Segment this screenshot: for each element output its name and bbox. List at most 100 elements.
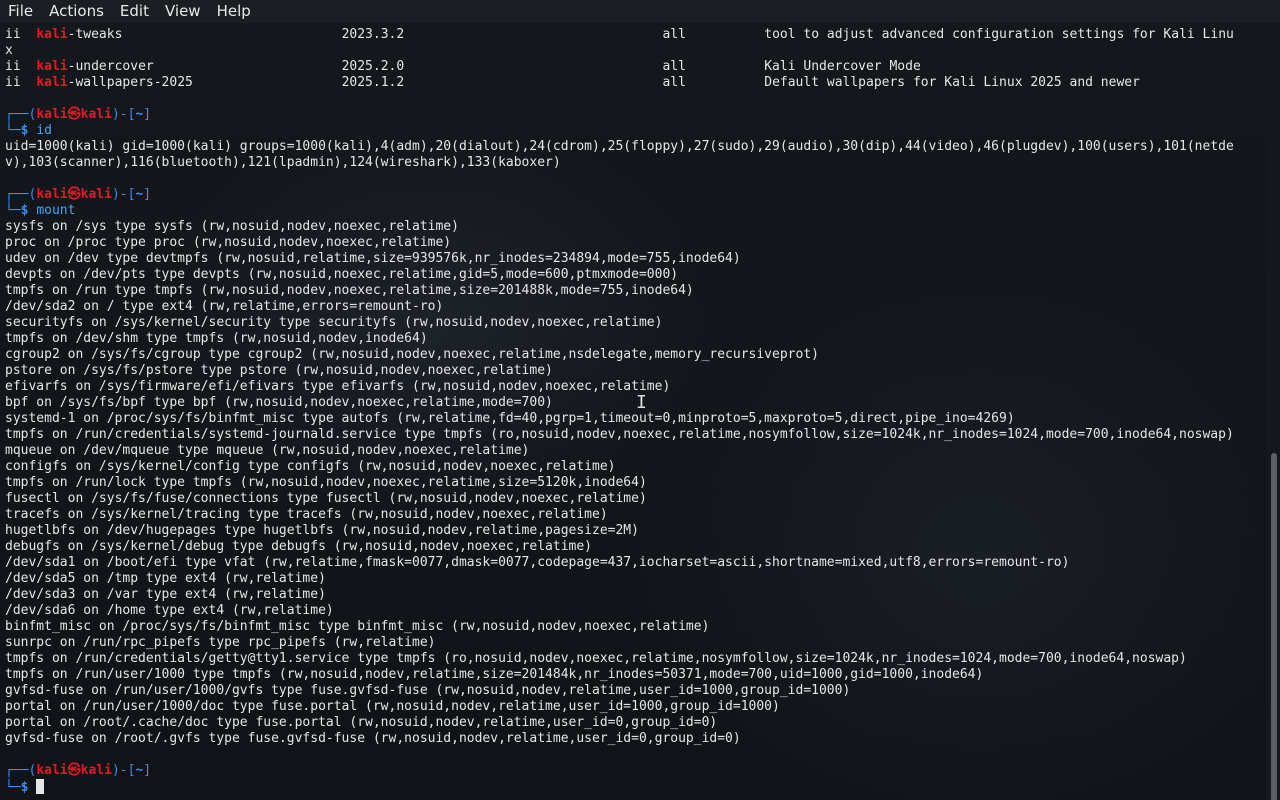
mount-output-line: configfs on /sys/kernel/config type conf…	[5, 459, 1266, 475]
prompt-at: ㉿	[67, 763, 81, 778]
output-text: debugfs on /sys/kernel/debug type debugf…	[5, 539, 592, 554]
mount-output-line: /dev/sda5 on /tmp type ext4 (rw,relatime…	[5, 571, 1266, 587]
package-description: tool to adjust advanced configuration se…	[764, 27, 1234, 42]
id-output-line: v),103(scanner),116(bluetooth),121(lpadm…	[5, 155, 1266, 171]
output-text: devpts on /dev/pts type devpts (rw,nosui…	[5, 267, 679, 282]
menu-file[interactable]: File	[0, 0, 41, 23]
output-text: tmpfs on /run/lock type tmpfs (rw,nosuid…	[5, 475, 647, 490]
mount-output-line: devpts on /dev/pts type devpts (rw,nosui…	[5, 267, 1266, 283]
output-text: /dev/sda1 on /boot/efi type vfat (rw,rel…	[5, 555, 1070, 570]
mount-output-line: /dev/sda3 on /var type ext4 (rw,relatime…	[5, 587, 1266, 603]
package-name-rest: -wallpapers-2025	[67, 75, 193, 90]
prompt-frame: )-[	[111, 763, 136, 778]
output-text: mqueue on /dev/mqueue type mqueue (rw,no…	[5, 443, 530, 458]
package-status: ii	[5, 27, 37, 42]
prompt-frame: ┌──(	[5, 763, 37, 778]
package-status: ii	[5, 59, 37, 74]
output-text: bpf on /sys/fs/bpf type bpf (rw,nosuid,n…	[5, 395, 553, 410]
prompt-frame: ]	[143, 187, 152, 202]
terminal-scrollbar[interactable]	[1266, 23, 1280, 800]
output-text: tmpfs on /dev/shm type tmpfs (rw,nosuid,…	[5, 331, 428, 346]
mount-output-line: systemd-1 on /proc/sys/fs/binfmt_misc ty…	[5, 411, 1266, 427]
package-version: 2023.3.2	[341, 27, 405, 42]
wrapped-text: x	[5, 43, 13, 58]
package-name-highlight: kali	[36, 59, 68, 74]
package-description: Default wallpapers for Kali Linux 2025 a…	[764, 75, 1140, 90]
output-text: /dev/sda2 on / type ext4 (rw,relatime,er…	[5, 299, 444, 314]
text-cursor	[36, 779, 45, 794]
prompt-frame: └─	[5, 123, 21, 138]
mount-output-line: /dev/sda1 on /boot/efi type vfat (rw,rel…	[5, 555, 1266, 571]
prompt-line-bottom: └─$	[5, 779, 1266, 795]
mouse-ibeam-cursor: I	[636, 392, 647, 413]
output-text: sunrpc on /run/rpc_pipefs type rpc_pipef…	[5, 635, 436, 650]
output-text: hugetlbfs on /dev/hugepages type hugetlb…	[5, 523, 639, 538]
output-text: securityfs on /sys/kernel/security type …	[5, 315, 663, 330]
package-status: ii	[5, 75, 37, 90]
mount-output-line: tracefs on /sys/kernel/tracing type trac…	[5, 507, 1266, 523]
mount-output-line: securityfs on /sys/kernel/security type …	[5, 315, 1266, 331]
output-text: gvfsd-fuse on /root/.gvfs type fuse.gvfs…	[5, 731, 741, 746]
prompt-user: kali	[36, 763, 68, 778]
package-row: ii kali-tweaks 2023.3.2 all tool to adju…	[5, 27, 1266, 43]
mount-output-line: portal on /root/.cache/doc type fuse.por…	[5, 715, 1266, 731]
scrollbar-thumb[interactable]	[1271, 453, 1277, 800]
prompt-at: ㉿	[67, 107, 81, 122]
output-text: systemd-1 on /proc/sys/fs/binfmt_misc ty…	[5, 411, 1015, 426]
mount-output-line: udev on /dev type devtmpfs (rw,nosuid,re…	[5, 251, 1266, 267]
id-output-line: uid=1000(kali) gid=1000(kali) groups=100…	[5, 139, 1266, 155]
mount-output-line: binfmt_misc on /proc/sys/fs/binfmt_misc …	[5, 619, 1266, 635]
package-version: 2025.1.2	[341, 75, 405, 90]
menu-view[interactable]: View	[157, 0, 209, 23]
prompt-at: ㉿	[67, 187, 81, 202]
terminal-output[interactable]: ii kali-tweaks 2023.3.2 all tool to adju…	[0, 27, 1266, 800]
output-text: configfs on /sys/kernel/config type conf…	[5, 459, 616, 474]
mount-output-line: sysfs on /sys type sysfs (rw,nosuid,node…	[5, 219, 1266, 235]
package-name-highlight: kali	[36, 27, 68, 42]
package-description: Kali Undercover Mode	[764, 59, 921, 74]
package-name-rest: -tweaks	[67, 27, 123, 42]
mount-output-line: sunrpc on /run/rpc_pipefs type rpc_pipef…	[5, 635, 1266, 651]
output-text: gvfsd-fuse on /run/user/1000/gvfs type f…	[5, 683, 851, 698]
mount-output-line: pstore on /sys/fs/pstore type pstore (rw…	[5, 363, 1266, 379]
mount-output-line: proc on /proc type proc (rw,nosuid,nodev…	[5, 235, 1266, 251]
output-text: /dev/sda5 on /tmp type ext4 (rw,relatime…	[5, 571, 326, 586]
menu-edit[interactable]: Edit	[112, 0, 157, 23]
menu-help[interactable]: Help	[209, 0, 259, 23]
output-text: sysfs on /sys type sysfs (rw,nosuid,node…	[5, 219, 459, 234]
output-text: uid=1000(kali) gid=1000(kali) groups=100…	[5, 139, 1234, 154]
prompt-frame: ┌──(	[5, 107, 37, 122]
output-text: efivarfs on /sys/firmware/efi/efivars ty…	[5, 379, 671, 394]
mount-output-line: tmpfs on /run/credentials/getty@tty1.ser…	[5, 651, 1266, 667]
prompt-line-top: ┌──(kali㉿kali)-[~]	[5, 107, 1266, 123]
mount-output-line: /dev/sda2 on / type ext4 (rw,relatime,er…	[5, 299, 1266, 315]
output-text: cgroup2 on /sys/fs/cgroup type cgroup2 (…	[5, 347, 819, 362]
prompt-frame: ]	[143, 763, 152, 778]
mount-output-line: tmpfs on /dev/shm type tmpfs (rw,nosuid,…	[5, 331, 1266, 347]
output-text: udev on /dev type devtmpfs (rw,nosuid,re…	[5, 251, 741, 266]
prompt-line-bottom: └─$ id	[5, 123, 1266, 139]
output-text: tracefs on /sys/kernel/tracing type trac…	[5, 507, 608, 522]
menu-actions[interactable]: Actions	[41, 0, 112, 23]
mount-output-line: tmpfs on /run/credentials/systemd-journa…	[5, 427, 1266, 443]
package-arch: all	[662, 75, 686, 90]
mount-output-line: debugfs on /sys/kernel/debug type debugf…	[5, 539, 1266, 555]
command-text: id	[36, 123, 52, 138]
mount-output-line: cgroup2 on /sys/fs/cgroup type cgroup2 (…	[5, 347, 1266, 363]
prompt-frame: └─	[5, 780, 21, 795]
package-name-rest: -undercover	[67, 59, 154, 74]
prompt-host: kali	[80, 107, 112, 122]
prompt-frame: )-[	[111, 187, 136, 202]
package-arch: all	[662, 59, 686, 74]
prompt-frame: └─	[5, 203, 21, 218]
prompt-user: kali	[36, 187, 68, 202]
package-version: 2025.2.0	[341, 59, 405, 74]
